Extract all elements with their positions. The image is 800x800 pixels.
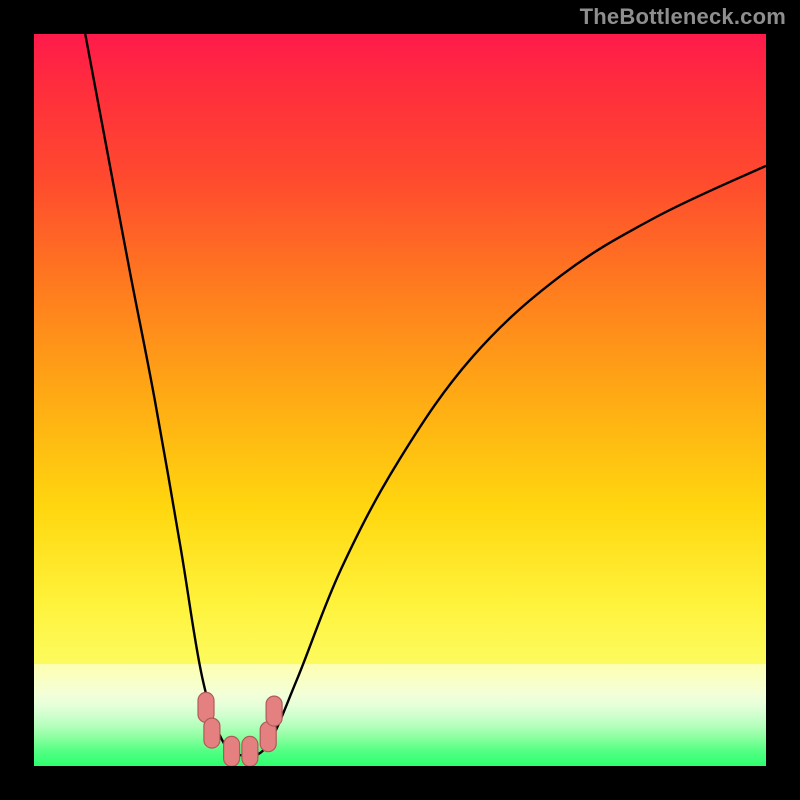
marker-2 [224,736,240,766]
plot-area [34,34,766,766]
bottleneck-curve [85,34,766,755]
chart-overlay [34,34,766,766]
data-markers [198,692,282,766]
marker-1 [204,718,220,748]
marker-3 [242,736,258,766]
marker-5 [266,696,282,726]
watermark-text: TheBottleneck.com [580,4,786,30]
outer-frame: TheBottleneck.com [0,0,800,800]
